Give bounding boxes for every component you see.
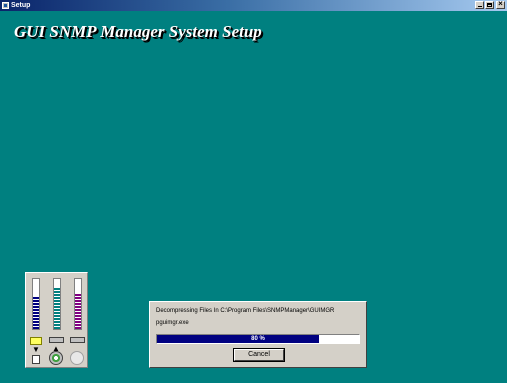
globe-icon (70, 351, 84, 365)
memory-gauge (53, 278, 61, 330)
maximize-icon (487, 3, 492, 7)
progress-dialog: Decompressing Files In C:\Program Files\… (149, 301, 367, 368)
current-file-name: pguimgr.exe (156, 320, 189, 326)
folder-icon (30, 337, 42, 345)
title-bar[interactable]: Setup × (0, 0, 507, 11)
arrow-icon: ▼ (32, 345, 40, 354)
minimize-icon (478, 6, 482, 7)
decompress-status-text: Decompressing Files In C:\Program Files\… (156, 308, 335, 314)
close-button[interactable]: × (496, 0, 505, 9)
cancel-button[interactable]: Cancel (233, 348, 285, 362)
cd-icon (49, 351, 63, 365)
window-title: Setup (11, 2, 31, 9)
minimize-button[interactable] (475, 1, 484, 9)
setup-banner-title: GUI SNMP Manager System Setup (14, 22, 262, 41)
window-controls: × (474, 0, 505, 9)
drive-icon (49, 337, 64, 343)
document-icon (32, 355, 40, 364)
resource-gauges-panel: ▼ ▲ (25, 272, 88, 368)
cpu-gauge (74, 278, 82, 330)
cpu-gauge-fill (75, 294, 81, 329)
progress-percent-label: 80 % (251, 336, 265, 342)
maximize-button[interactable] (485, 1, 494, 9)
setup-app-icon (2, 2, 9, 9)
progress-bar: 80 % (156, 334, 360, 344)
disk-gauge (32, 278, 40, 330)
memory-gauge-fill (54, 288, 60, 329)
drive-icon (70, 337, 85, 343)
close-icon: × (498, 0, 503, 8)
disk-gauge-fill (33, 296, 39, 329)
